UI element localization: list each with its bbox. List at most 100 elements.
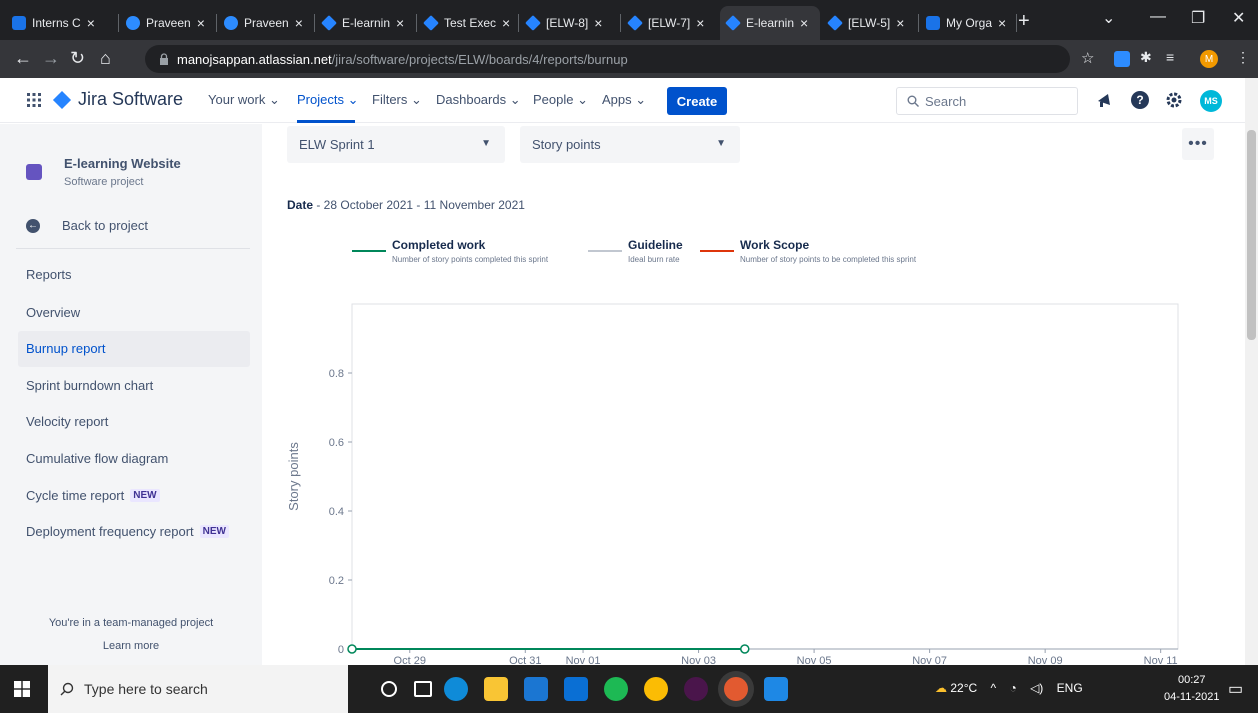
- weather-temp[interactable]: 22°C: [950, 681, 977, 695]
- extensions-puzzle-icon[interactable]: ✱: [1140, 49, 1156, 65]
- sidebar-item-label: Deployment frequency report: [26, 524, 194, 540]
- notifications-megaphone-icon[interactable]: [1094, 90, 1114, 110]
- tab-separator: [918, 14, 919, 32]
- project-name[interactable]: E-learning Website: [64, 156, 181, 171]
- tab-search-icon[interactable]: ⌄: [1102, 8, 1115, 28]
- new-badge: NEW: [130, 488, 160, 502]
- chevron-down-icon: ▼: [716, 138, 726, 149]
- slack-icon[interactable]: [684, 677, 708, 701]
- legend-swatch: [352, 250, 386, 252]
- page-scrollbar[interactable]: [1245, 78, 1258, 665]
- taskbar-clock[interactable]: 00:27 04-11-2021: [1164, 672, 1219, 706]
- project-avatar-icon: [26, 164, 42, 180]
- close-tab-icon[interactable]: ×: [502, 15, 510, 31]
- tab-separator: [216, 14, 217, 32]
- app-switcher-icon[interactable]: [26, 92, 42, 108]
- sidebar-item-burnup-report[interactable]: Burnup report: [18, 330, 250, 367]
- sidebar-item-sprint-burndown-chart[interactable]: Sprint burndown chart: [18, 367, 250, 403]
- sidebar-item-cumulative-flow-diagram[interactable]: Cumulative flow diagram: [18, 440, 250, 476]
- user-avatar[interactable]: MS: [1200, 90, 1222, 112]
- profile-avatar[interactable]: M: [1200, 50, 1218, 68]
- file-explorer-icon[interactable]: [484, 677, 508, 701]
- reading-list-icon[interactable]: ≡: [1166, 49, 1182, 65]
- legend-item-completed-work[interactable]: Completed work Number of story points com…: [352, 238, 548, 264]
- back-arrow-icon[interactable]: ←: [14, 48, 32, 69]
- close-tab-icon[interactable]: ×: [696, 15, 704, 31]
- nav-projects[interactable]: Projects ⌄: [297, 92, 358, 108]
- url-host: manojsappan.atlassian.net: [177, 51, 332, 67]
- browser-tab[interactable]: Interns C ×: [6, 6, 118, 40]
- new-tab-button[interactable]: +: [1018, 10, 1030, 33]
- store-icon[interactable]: [524, 677, 548, 701]
- notifications-icon[interactable]: ▭: [1228, 679, 1243, 699]
- close-window-icon[interactable]: ✕: [1232, 8, 1245, 28]
- chrome-profile-icon[interactable]: [724, 677, 748, 701]
- browser-tab[interactable]: Praveen ×: [120, 6, 216, 40]
- help-icon[interactable]: ?: [1130, 90, 1150, 110]
- date-range: Date - 28 October 2021 - 11 November 202…: [287, 198, 525, 212]
- task-view-icon[interactable]: [414, 681, 432, 697]
- forward-arrow-icon[interactable]: →: [42, 48, 60, 69]
- cortana-icon[interactable]: [381, 681, 397, 697]
- more-actions-button[interactable]: •••: [1182, 128, 1214, 160]
- chrome-icon[interactable]: [644, 677, 668, 701]
- zoom-extension-icon[interactable]: [1114, 51, 1130, 67]
- tray-overflow-icon[interactable]: ^: [991, 681, 997, 695]
- network-icon[interactable]: ◔: [1009, 681, 1016, 695]
- close-tab-icon[interactable]: ×: [998, 15, 1006, 31]
- browser-tab[interactable]: [ELW-5] ×: [822, 6, 918, 40]
- close-tab-icon[interactable]: ×: [197, 15, 205, 31]
- address-bar[interactable]: manojsappan.atlassian.net/jira/software/…: [145, 45, 1070, 73]
- nav-filters[interactable]: Filters ⌄: [372, 92, 422, 108]
- browser-tab[interactable]: My Orga ×: [920, 6, 1016, 40]
- minimize-icon[interactable]: —: [1150, 8, 1166, 26]
- jira-logo[interactable]: Jira Software: [52, 89, 183, 110]
- back-to-project-link[interactable]: ← Back to project: [26, 218, 148, 233]
- maximize-icon[interactable]: ❐: [1191, 8, 1205, 28]
- scrollbar-thumb[interactable]: [1247, 130, 1256, 340]
- browser-tab[interactable]: [ELW-7] ×: [622, 6, 718, 40]
- sidebar-item-velocity-report[interactable]: Velocity report: [18, 404, 250, 440]
- home-icon[interactable]: ⌂: [100, 48, 111, 69]
- settings-gear-icon[interactable]: [1164, 90, 1184, 110]
- sidebar-item-deployment-frequency-report[interactable]: Deployment frequency report NEW: [18, 514, 250, 550]
- nav-your-work[interactable]: Your work ⌄: [208, 92, 280, 108]
- close-tab-icon[interactable]: ×: [87, 15, 95, 31]
- create-button[interactable]: Create: [667, 87, 727, 115]
- sprint-select[interactable]: ELW Sprint 1 ▼: [287, 126, 505, 163]
- volume-icon[interactable]: ◁): [1030, 681, 1043, 695]
- browser-tab[interactable]: Test Exec ×: [418, 6, 518, 40]
- mail-icon[interactable]: [564, 677, 588, 701]
- reload-icon[interactable]: ↻: [70, 48, 85, 69]
- sidebar-item-overview[interactable]: Overview: [18, 294, 250, 330]
- windows-start-icon[interactable]: [14, 681, 30, 697]
- spotify-icon[interactable]: [604, 677, 628, 701]
- close-tab-icon[interactable]: ×: [295, 15, 303, 31]
- legend-item-guideline[interactable]: Guideline Ideal burn rate: [588, 238, 683, 264]
- back-to-project-label: Back to project: [62, 218, 148, 233]
- weather-cloud-icon[interactable]: ☁: [935, 681, 947, 695]
- bookmark-star-icon[interactable]: ☆: [1081, 49, 1097, 67]
- close-tab-icon[interactable]: ×: [896, 15, 904, 31]
- browser-tab[interactable]: [ELW-8] ×: [520, 6, 620, 40]
- close-tab-icon[interactable]: ×: [800, 15, 808, 31]
- nav-apps[interactable]: Apps ⌄: [602, 92, 646, 108]
- browser-tab[interactable]: Praveen ×: [218, 6, 314, 40]
- edge-icon[interactable]: [444, 677, 468, 701]
- browser-tab[interactable]: E-learnin ×: [316, 6, 416, 40]
- nav-dashboards[interactable]: Dashboards ⌄: [436, 92, 521, 108]
- photos-icon[interactable]: [764, 677, 788, 701]
- legend-item-work-scope[interactable]: Work Scope Number of story points to be c…: [700, 238, 916, 264]
- search-input[interactable]: Search: [896, 87, 1078, 115]
- close-tab-icon[interactable]: ×: [594, 15, 602, 31]
- chrome-menu-icon[interactable]: ⋮: [1236, 49, 1252, 65]
- taskbar-search-box[interactable]: Type here to search: [48, 665, 348, 713]
- nav-people[interactable]: People ⌄: [533, 92, 588, 108]
- learn-more-link[interactable]: Learn more: [0, 640, 262, 652]
- browser-tab[interactable]: E-learnin ×: [720, 6, 820, 40]
- estimate-select[interactable]: Story points ▼: [520, 126, 740, 163]
- search-icon: [907, 95, 919, 107]
- close-tab-icon[interactable]: ×: [396, 15, 404, 31]
- sidebar-item-cycle-time-report[interactable]: Cycle time report NEW: [18, 477, 250, 513]
- language-indicator[interactable]: ENG: [1057, 681, 1083, 695]
